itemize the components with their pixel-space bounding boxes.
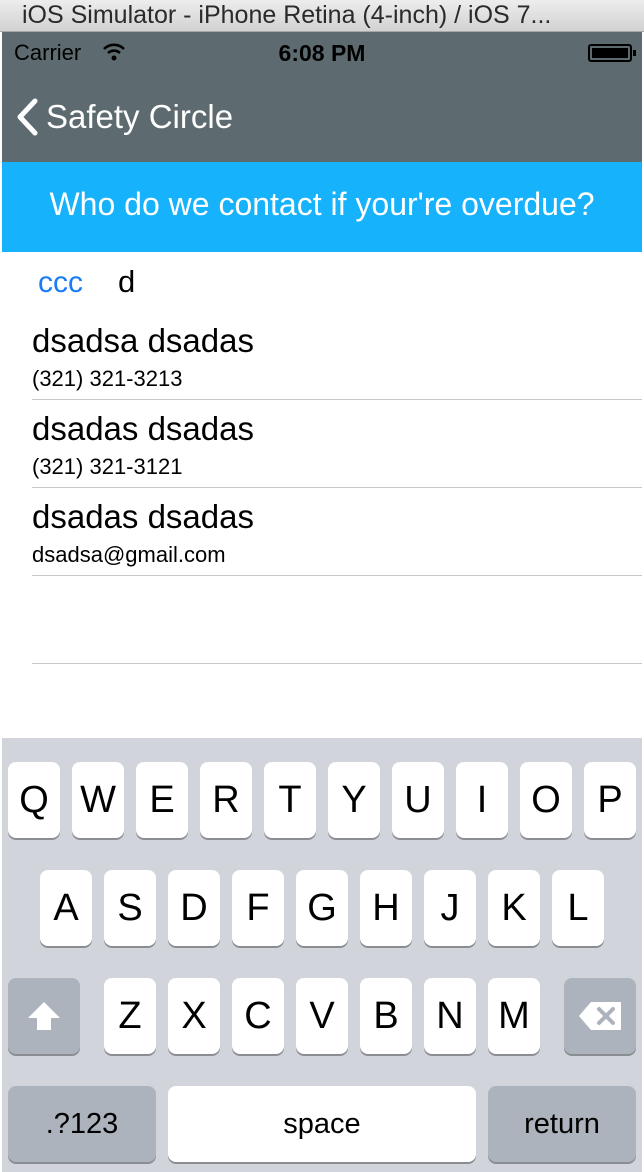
key-e[interactable]: E <box>136 762 188 838</box>
key-d[interactable]: D <box>168 870 220 946</box>
key-h[interactable]: H <box>360 870 412 946</box>
contact-search-field[interactable]: ccc d <box>2 252 642 316</box>
key-x[interactable]: X <box>168 978 220 1054</box>
key-t[interactable]: T <box>264 762 316 838</box>
prompt-banner: Who do we contact if your're overdue? <box>2 162 642 252</box>
device-screen: Carrier 6:08 PM Safety Circle Who do we … <box>2 32 642 1172</box>
key-n[interactable]: N <box>424 978 476 1054</box>
search-query-text[interactable]: d <box>118 264 135 300</box>
contact-name: dsadas dsadas <box>32 498 254 535</box>
back-button[interactable]: Safety Circle <box>16 94 233 140</box>
delete-key[interactable] <box>564 978 636 1054</box>
battery-icon <box>588 44 636 62</box>
shift-arrow-icon <box>28 1002 60 1030</box>
key-w[interactable]: W <box>72 762 124 838</box>
key-v[interactable]: V <box>296 978 348 1054</box>
status-bar: Carrier 6:08 PM <box>2 32 642 74</box>
key-r[interactable]: R <box>200 762 252 838</box>
key-i[interactable]: I <box>456 762 508 838</box>
space-key[interactable]: space <box>168 1086 476 1162</box>
key-m[interactable]: M <box>488 978 540 1054</box>
key-s[interactable]: S <box>104 870 156 946</box>
contact-row[interactable]: dsadas dsadas (321) 321-3121 <box>2 400 642 488</box>
prompt-text: Who do we contact if your're overdue? <box>49 186 595 222</box>
backspace-icon <box>579 1002 621 1030</box>
window-title: iOS Simulator - iPhone Retina (4-inch) /… <box>22 1 552 29</box>
key-f[interactable]: F <box>232 870 284 946</box>
contact-row[interactable]: dsadas dsadas dsadsa@gmail.com <box>2 488 642 576</box>
key-k[interactable]: K <box>488 870 540 946</box>
key-o[interactable]: O <box>520 762 572 838</box>
key-g[interactable]: G <box>296 870 348 946</box>
key-l[interactable]: L <box>552 870 604 946</box>
contact-suggestion-list: dsadsa dsadas (321) 321-3213 dsadas dsad… <box>2 312 642 664</box>
key-a[interactable]: A <box>40 870 92 946</box>
contact-name: dsadas dsadas <box>32 410 254 447</box>
key-q[interactable]: Q <box>8 762 60 838</box>
row-divider <box>32 663 642 664</box>
numbers-key[interactable]: .?123 <box>8 1086 156 1162</box>
key-b[interactable]: B <box>360 978 412 1054</box>
key-j[interactable]: J <box>424 870 476 946</box>
contact-detail: dsadsa@gmail.com <box>32 542 226 567</box>
contact-detail: (321) 321-3213 <box>32 366 183 391</box>
shift-key[interactable] <box>8 978 80 1054</box>
status-time: 6:08 PM <box>278 40 366 66</box>
return-key[interactable]: return <box>488 1086 636 1162</box>
key-u[interactable]: U <box>392 762 444 838</box>
chevron-left-icon <box>17 98 38 136</box>
empty-row <box>2 576 642 664</box>
key-p[interactable]: P <box>584 762 636 838</box>
contact-detail: (321) 321-3121 <box>32 454 183 479</box>
key-z[interactable]: Z <box>104 978 156 1054</box>
selected-contact-token[interactable]: ccc <box>38 266 83 300</box>
key-y[interactable]: Y <box>328 762 380 838</box>
contact-row[interactable]: dsadsa dsadas (321) 321-3213 <box>2 312 642 400</box>
key-c[interactable]: C <box>232 978 284 1054</box>
back-button-label: Safety Circle <box>46 98 234 135</box>
navigation-bar: Safety Circle <box>2 74 642 162</box>
simulator-title-bar: iOS Simulator - iPhone Retina (4-inch) /… <box>0 0 644 32</box>
keyboard: Q W E R T Y U I O P A S D F G H J K L Z … <box>2 738 642 1172</box>
contact-name: dsadsa dsadas <box>32 322 254 359</box>
